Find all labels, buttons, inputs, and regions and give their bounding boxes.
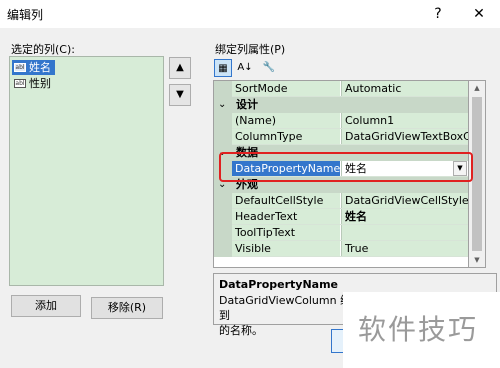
row-gutter — [214, 113, 232, 129]
property-row-columntype[interactable]: ColumnType DataGridViewTextBoxColu — [214, 129, 468, 145]
watermark-text: 软件技巧 — [358, 313, 479, 346]
list-item[interactable]: abl 姓名 — [12, 60, 55, 75]
property-name: ColumnType — [232, 129, 340, 144]
property-row-sortmode[interactable]: SortMode Automatic — [214, 81, 468, 97]
title-bar: 编辑列 ? ✕ — [0, 0, 500, 28]
property-value[interactable]: 姓名 — [341, 209, 468, 224]
list-item-label: 姓名 — [29, 61, 51, 74]
arrow-down-icon: ▼ — [176, 89, 184, 100]
row-gutter — [214, 209, 232, 225]
selected-columns-label: 选定的列(C): — [11, 43, 75, 56]
property-value[interactable]: DataGridViewTextBoxColu — [341, 129, 468, 144]
add-button[interactable]: 添加 — [11, 295, 81, 317]
red-highlight-box — [219, 152, 473, 182]
help-button[interactable]: ? — [425, 3, 451, 25]
alphabetical-sort-icon[interactable]: A↓ — [236, 59, 254, 77]
property-value[interactable]: True — [341, 241, 468, 256]
bound-column-properties-label: 绑定列属性(P) — [215, 43, 286, 56]
property-name: Visible — [232, 241, 340, 256]
arrow-up-icon: ▲ — [176, 62, 184, 73]
row-gutter — [214, 241, 232, 257]
categorized-icon[interactable]: ▦ — [214, 59, 232, 77]
move-up-button[interactable]: ▲ — [169, 57, 191, 79]
list-item-label: 性别 — [29, 77, 51, 90]
row-gutter — [214, 225, 232, 241]
textbox-column-icon: abl — [14, 79, 26, 88]
selected-columns-list[interactable]: abl 姓名 abl 性别 — [9, 56, 164, 286]
property-value[interactable]: DataGridViewCellStyle { } — [341, 193, 468, 208]
property-value[interactable]: Automatic — [341, 81, 468, 96]
property-name: (Name) — [232, 113, 340, 128]
property-grid-toolbar: ▦ A↓ 🔧 — [212, 57, 497, 79]
close-button[interactable]: ✕ — [466, 3, 492, 25]
property-row-headertext[interactable]: HeaderText 姓名 — [214, 209, 468, 225]
property-name: HeaderText — [232, 209, 340, 224]
property-value[interactable]: Column1 — [341, 113, 468, 128]
property-value[interactable] — [341, 225, 468, 240]
category-design[interactable]: ⌄ 设计 — [214, 97, 468, 113]
scroll-down-icon[interactable]: ▼ — [471, 254, 483, 266]
property-name: ToolTipText — [232, 225, 340, 240]
property-row-visible[interactable]: Visible True — [214, 241, 468, 257]
scroll-up-icon[interactable]: ▲ — [471, 82, 483, 94]
description-title: DataPropertyName — [219, 278, 339, 291]
list-item[interactable]: abl 性别 — [12, 76, 55, 91]
row-gutter — [214, 193, 232, 209]
category-label: 设计 — [236, 98, 258, 111]
row-gutter — [214, 81, 232, 97]
remove-button[interactable]: 移除(R) — [91, 297, 163, 319]
move-down-button[interactable]: ▼ — [169, 84, 191, 106]
property-row-name[interactable]: (Name) Column1 — [214, 113, 468, 129]
property-name: SortMode — [232, 81, 340, 96]
row-gutter — [214, 129, 232, 145]
property-row-tooltiptext[interactable]: ToolTipText — [214, 225, 468, 241]
window-title: 编辑列 — [7, 8, 44, 22]
property-pages-icon[interactable]: 🔧 — [260, 59, 278, 77]
textbox-column-icon: abl — [14, 63, 26, 72]
property-name: DefaultCellStyle — [232, 193, 340, 208]
scroll-thumb[interactable] — [472, 97, 482, 251]
property-row-defaultcellstyle[interactable]: DefaultCellStyle DataGridViewCellStyle {… — [214, 193, 468, 209]
collapse-chevron-icon[interactable]: ⌄ — [218, 97, 226, 113]
